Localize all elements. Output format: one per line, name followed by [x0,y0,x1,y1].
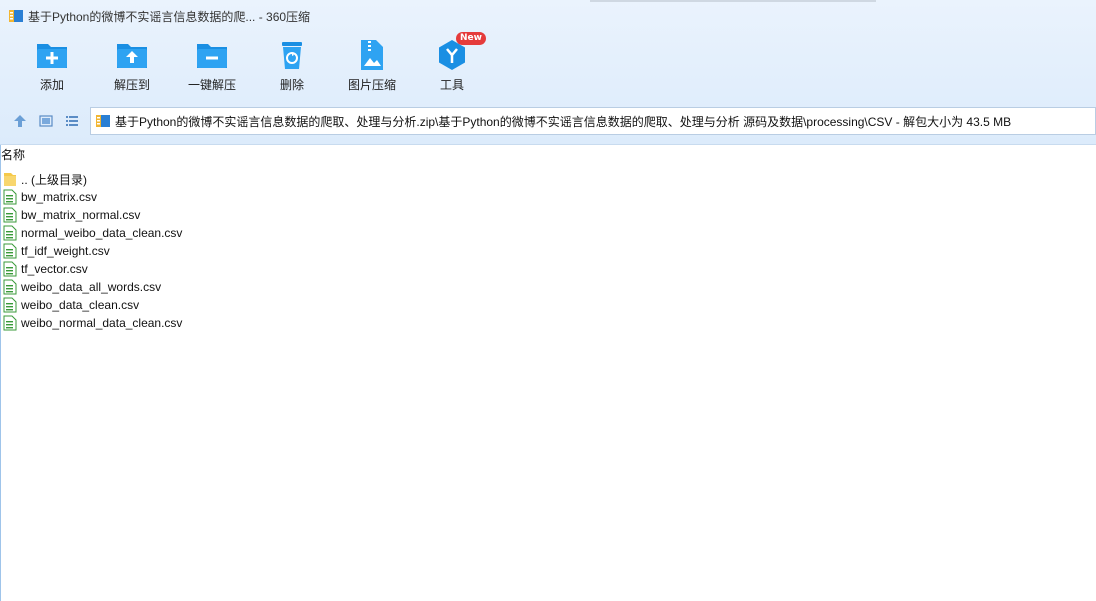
extract-to-button[interactable]: 解压到 [92,38,172,98]
csv-file-icon [3,279,17,295]
file-row[interactable]: weibo_data_all_words.csv [3,278,182,296]
csv-file-icon [3,297,17,313]
csv-file-icon [3,189,17,205]
file-name: weibo_normal_data_clean.csv [21,316,183,330]
delete-button[interactable]: 删除 [252,38,332,98]
top-panel: 基于Python的微博不实谣言信息数据的爬... - 360压缩 添加 解压到 [0,0,1096,145]
title-divider [590,0,876,2]
window-title: 基于Python的微博不实谣言信息数据的爬... - 360压缩 [28,9,311,24]
extract-to-icon [117,44,147,68]
archive-icon [96,115,110,127]
csv-file-icon [3,207,17,223]
navigation-bar: 基于Python的微博不实谣言信息数据的爬取、处理与分析.zip\基于Pytho… [0,107,1096,137]
file-name: bw_matrix_normal.csv [21,208,141,222]
thumbnail-view-icon[interactable] [38,113,54,129]
file-row[interactable]: normal_weibo_data_clean.csv [3,224,182,242]
toolbar: 添加 解压到 一键解压 删除 图片压缩 New 工具 [0,32,600,98]
parent-directory-row[interactable]: .. (上级目录) [3,170,182,188]
file-row[interactable]: bw_matrix.csv [3,188,182,206]
new-badge: New [456,32,486,45]
one-click-extract-label: 一键解压 [187,78,236,92]
file-row[interactable]: tf_vector.csv [3,260,182,278]
csv-file-icon [3,225,17,241]
add-archive-icon [37,44,67,68]
tools-button[interactable]: New 工具 [412,32,492,98]
pane-border [0,145,1,601]
parent-directory-label: .. (上级目录) [21,172,87,187]
file-name: normal_weibo_data_clean.csv [21,226,183,240]
image-compress-icon [361,40,383,70]
add-label: 添加 [39,78,64,92]
file-name: tf_idf_weight.csv [21,244,110,258]
file-row[interactable]: tf_idf_weight.csv [3,242,182,260]
file-row[interactable]: bw_matrix_normal.csv [3,206,182,224]
add-button[interactable]: 添加 [12,38,92,98]
csv-file-icon [3,261,17,277]
list-view-icon[interactable] [64,113,80,129]
csv-file-icon [3,315,17,331]
address-bar[interactable]: 基于Python的微博不实谣言信息数据的爬取、处理与分析.zip\基于Pytho… [90,107,1096,135]
file-name: bw_matrix.csv [21,190,98,204]
file-row[interactable]: weibo_normal_data_clean.csv [3,314,182,332]
delete-label: 删除 [279,78,304,92]
file-name: weibo_data_clean.csv [21,298,140,312]
file-row[interactable]: weibo_data_clean.csv [3,296,182,314]
csv-file-icon [3,243,17,259]
delete-icon [282,42,302,69]
one-click-extract-icon [197,44,227,68]
image-compress-label: 图片压缩 [347,78,396,92]
one-click-extract-button[interactable]: 一键解压 [172,38,252,98]
image-compress-button[interactable]: 图片压缩 [332,38,412,98]
file-list: .. (上级目录) bw_matrix.csv bw_matrix_normal… [3,170,182,332]
column-header-name[interactable]: 名称 [0,147,25,163]
app-archive-icon [9,10,23,22]
file-name: weibo_data_all_words.csv [21,280,162,294]
folder-icon [4,173,16,186]
tools-label: 工具 [439,78,464,92]
up-arrow-icon[interactable] [12,113,28,129]
address-path: 基于Python的微博不实谣言信息数据的爬取、处理与分析.zip\基于Pytho… [115,114,1012,129]
title-bar: 基于Python的微博不实谣言信息数据的爬... - 360压缩 [0,0,1096,32]
file-name: tf_vector.csv [21,262,88,276]
extract-to-label: 解压到 [113,78,150,92]
